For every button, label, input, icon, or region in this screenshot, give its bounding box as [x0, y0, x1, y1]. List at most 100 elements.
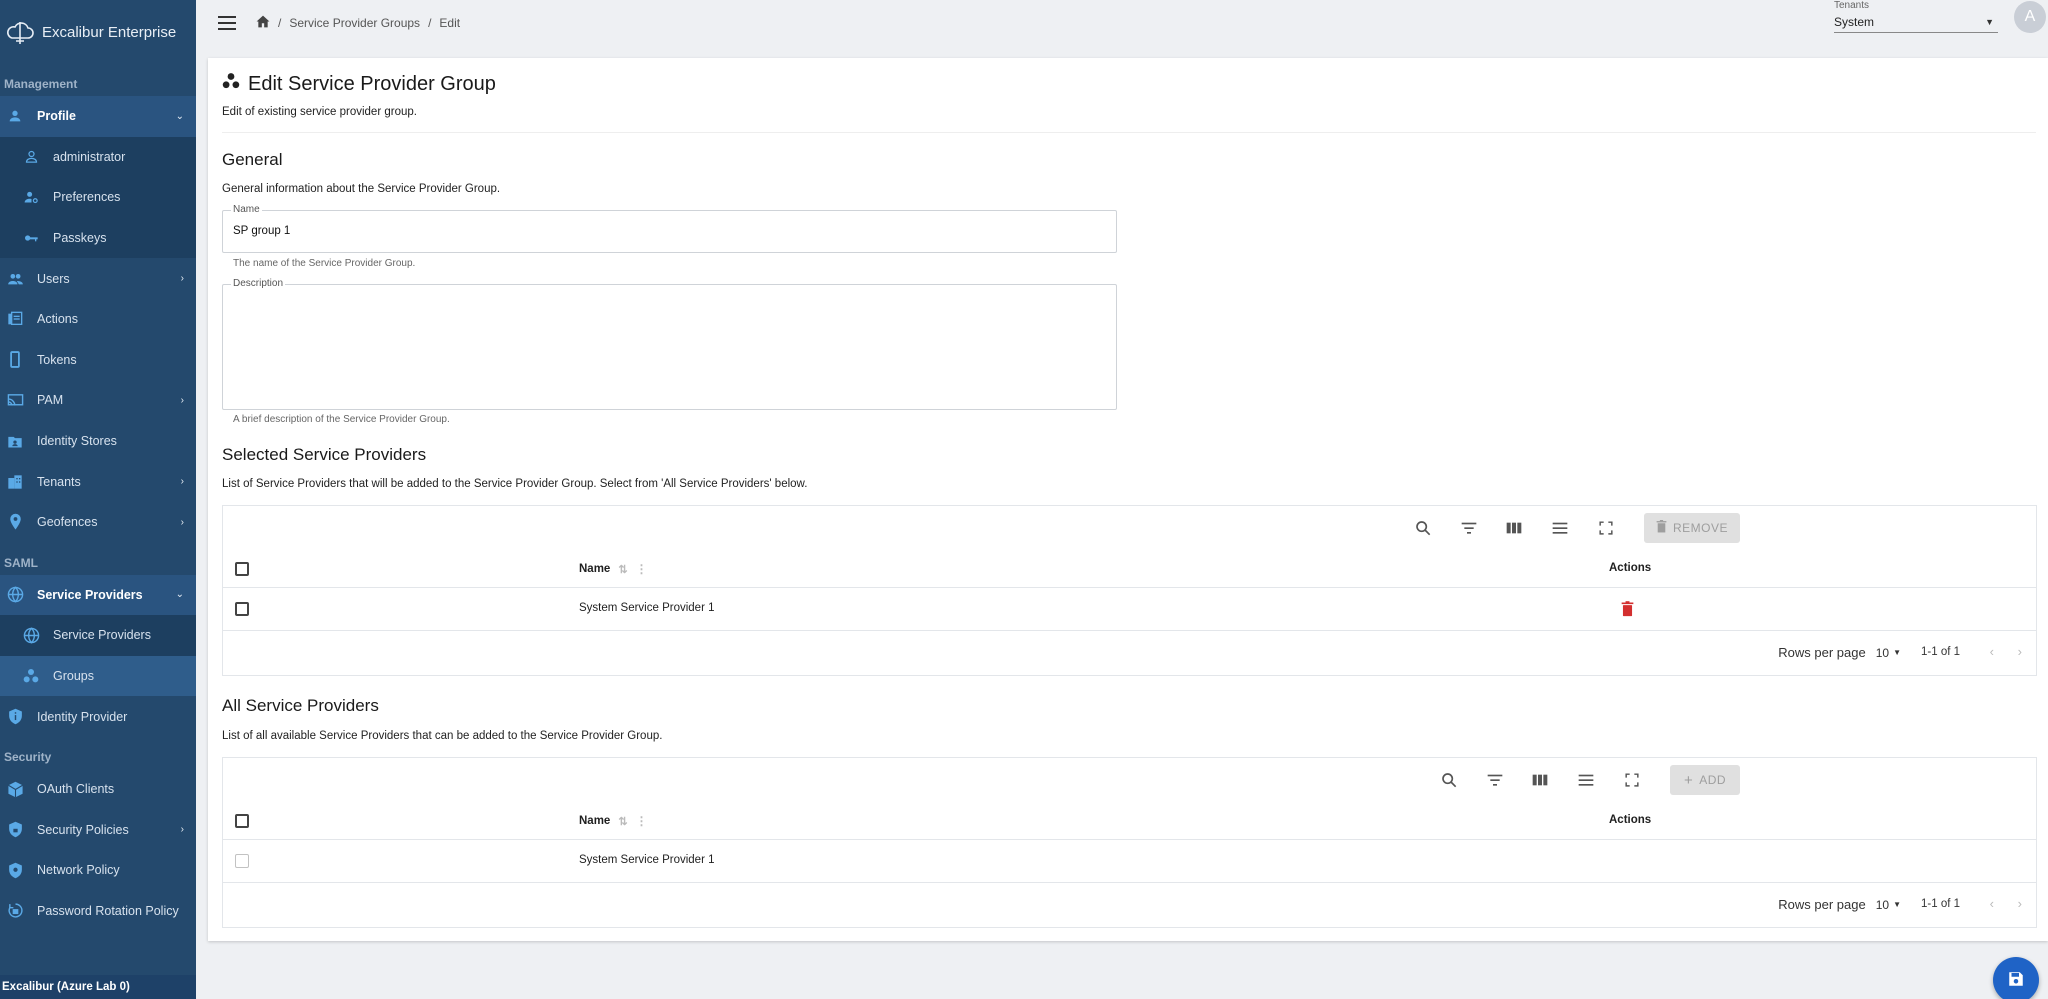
sidebar-item-users[interactable]: Users ›	[0, 258, 196, 299]
environment-label: Excalibur (Azure Lab 0)	[0, 975, 196, 999]
row-checkbox[interactable]	[235, 602, 249, 616]
columns-icon[interactable]	[1530, 770, 1550, 790]
row-name: System Service Provider 1	[579, 854, 715, 866]
selected-heading: Selected Service Providers	[222, 445, 427, 464]
page-range: 1-1 of 1	[1921, 646, 1960, 658]
sidebar-item-administrator[interactable]: administrator	[0, 137, 196, 178]
all-heading: All Service Providers	[222, 696, 379, 715]
people-icon	[0, 271, 30, 287]
sidebar-item-identity-provider[interactable]: Identity Provider	[0, 696, 196, 737]
page-title: Edit Service Provider Group	[222, 72, 496, 96]
edit-card: Edit Service Provider Group Edit of exis…	[208, 58, 2048, 941]
density-icon[interactable]	[1550, 518, 1570, 538]
globe-icon	[0, 586, 30, 603]
column-menu-icon[interactable]: ⋮	[636, 814, 648, 828]
column-menu-icon[interactable]: ⋮	[636, 562, 648, 576]
sidebar-item-profile[interactable]: Profile ⌄	[0, 96, 196, 137]
all-toolbar: + ADD	[223, 758, 2036, 802]
breadcrumb-service-provider-groups[interactable]: Service Provider Groups	[289, 16, 420, 30]
filter-icon[interactable]	[1459, 518, 1479, 538]
table-row[interactable]: System Service Provider 1	[223, 588, 2036, 631]
sidebar-item-oauth-clients[interactable]: OAuth Clients	[0, 769, 196, 810]
select-all-checkbox[interactable]	[235, 814, 249, 828]
person-outline-icon	[16, 149, 46, 164]
add-button[interactable]: + ADD	[1670, 765, 1740, 795]
sidebar-item-network-policy[interactable]: Network Policy	[0, 850, 196, 891]
column-name[interactable]: Name ⇅ ⋮	[579, 562, 648, 576]
delete-icon[interactable]	[1621, 601, 1634, 620]
sidebar-item-tenants[interactable]: Tenants ›	[0, 461, 196, 502]
rows-per-page[interactable]: Rows per page 10 ▼	[1778, 897, 1901, 912]
density-icon[interactable]	[1576, 770, 1596, 790]
chevron-right-icon: ›	[180, 516, 184, 528]
next-page-icon[interactable]: ›	[2018, 896, 2022, 911]
contact-card-icon	[0, 434, 30, 449]
phone-icon	[0, 351, 30, 369]
breadcrumb-edit: Edit	[439, 16, 461, 30]
caret-down-icon: ▼	[1893, 900, 1901, 909]
globe-icon	[16, 627, 46, 644]
prev-page-icon[interactable]: ‹	[1990, 644, 1994, 659]
section-saml: SAML	[4, 555, 38, 570]
sidebar-item-password-rotation[interactable]: Password Rotation Policy	[0, 891, 196, 932]
selected-pagination: Rows per page 10 ▼ 1-1 of 1 ‹ ›	[223, 631, 2036, 675]
person-settings-icon	[16, 190, 46, 205]
sidebar-item-sp-list[interactable]: Service Providers	[0, 615, 196, 656]
columns-icon[interactable]	[1504, 518, 1524, 538]
person-icon	[0, 108, 30, 124]
all-pagination: Rows per page 10 ▼ 1-1 of 1 ‹ ›	[223, 883, 2036, 927]
sidebar-item-service-providers[interactable]: Service Providers ⌄	[0, 574, 196, 616]
chevron-down-icon: ⌄	[175, 589, 184, 601]
floppy-disk-icon	[2007, 970, 2025, 991]
sidebar-item-geofences[interactable]: Geofences ›	[0, 502, 196, 543]
search-icon[interactable]	[1413, 518, 1433, 538]
chevron-right-icon: ›	[180, 394, 184, 406]
brand-name: Excalibur Enterprise	[42, 23, 177, 41]
description-field[interactable]: Description	[222, 278, 1117, 410]
sort-icon[interactable]: ⇅	[618, 563, 627, 576]
caret-down-icon: ▼	[1985, 16, 1994, 27]
description-help: A brief description of the Service Provi…	[233, 414, 450, 425]
column-actions: Actions	[1609, 814, 1652, 826]
all-table: + ADD Name ⇅ ⋮ Actions System Service Pr…	[222, 757, 2037, 928]
sidebar-item-passkeys[interactable]: Passkeys	[0, 218, 196, 259]
rows-per-page[interactable]: Rows per page 10 ▼	[1778, 645, 1901, 660]
avatar[interactable]: A	[2014, 1, 2046, 33]
location-pin-icon	[0, 513, 30, 531]
name-field[interactable]: Name SP group 1	[222, 204, 1117, 253]
brand[interactable]: Excalibur Enterprise	[0, 0, 196, 64]
filter-icon[interactable]	[1485, 770, 1505, 790]
sidebar-item-pam[interactable]: PAM ›	[0, 380, 196, 421]
tenant-select[interactable]: Tenants System ▼	[1834, 0, 1998, 33]
sort-icon[interactable]: ⇅	[618, 815, 627, 828]
sidebar-item-security-policies[interactable]: Security Policies ›	[0, 810, 196, 851]
row-name: System Service Provider 1	[579, 602, 715, 614]
sidebar-item-tokens[interactable]: Tokens	[0, 340, 196, 381]
section-security: Security	[4, 749, 52, 764]
remove-button[interactable]: REMOVE	[1644, 513, 1740, 543]
save-button[interactable]	[1993, 957, 2039, 999]
column-name[interactable]: Name ⇅ ⋮	[579, 814, 648, 828]
sidebar-item-identity-stores[interactable]: Identity Stores	[0, 421, 196, 462]
selected-toolbar: REMOVE	[223, 506, 2036, 550]
sidebar-item-groups[interactable]: Groups	[0, 655, 196, 697]
breadcrumb: / Service Provider Groups / Edit	[256, 15, 460, 31]
sidebar-item-preferences[interactable]: Preferences	[0, 177, 196, 218]
general-heading: General	[222, 150, 283, 169]
table-row[interactable]: System Service Provider 1	[223, 840, 2036, 883]
row-checkbox-disabled	[235, 854, 249, 868]
selected-description: List of Service Providers that will be a…	[222, 478, 808, 490]
prev-page-icon[interactable]: ‹	[1990, 896, 1994, 911]
home-icon[interactable]	[256, 15, 270, 31]
cast-screen-icon	[0, 393, 30, 408]
select-all-checkbox[interactable]	[235, 562, 249, 576]
fullscreen-icon[interactable]	[1596, 518, 1616, 538]
plus-icon: +	[1683, 771, 1694, 789]
next-page-icon[interactable]: ›	[2018, 644, 2022, 659]
search-icon[interactable]	[1439, 770, 1459, 790]
sidebar-item-actions[interactable]: Actions	[0, 299, 196, 340]
fullscreen-icon[interactable]	[1622, 770, 1642, 790]
page-range: 1-1 of 1	[1921, 898, 1960, 910]
shield-search-icon	[0, 862, 30, 879]
menu-icon[interactable]	[218, 16, 236, 30]
